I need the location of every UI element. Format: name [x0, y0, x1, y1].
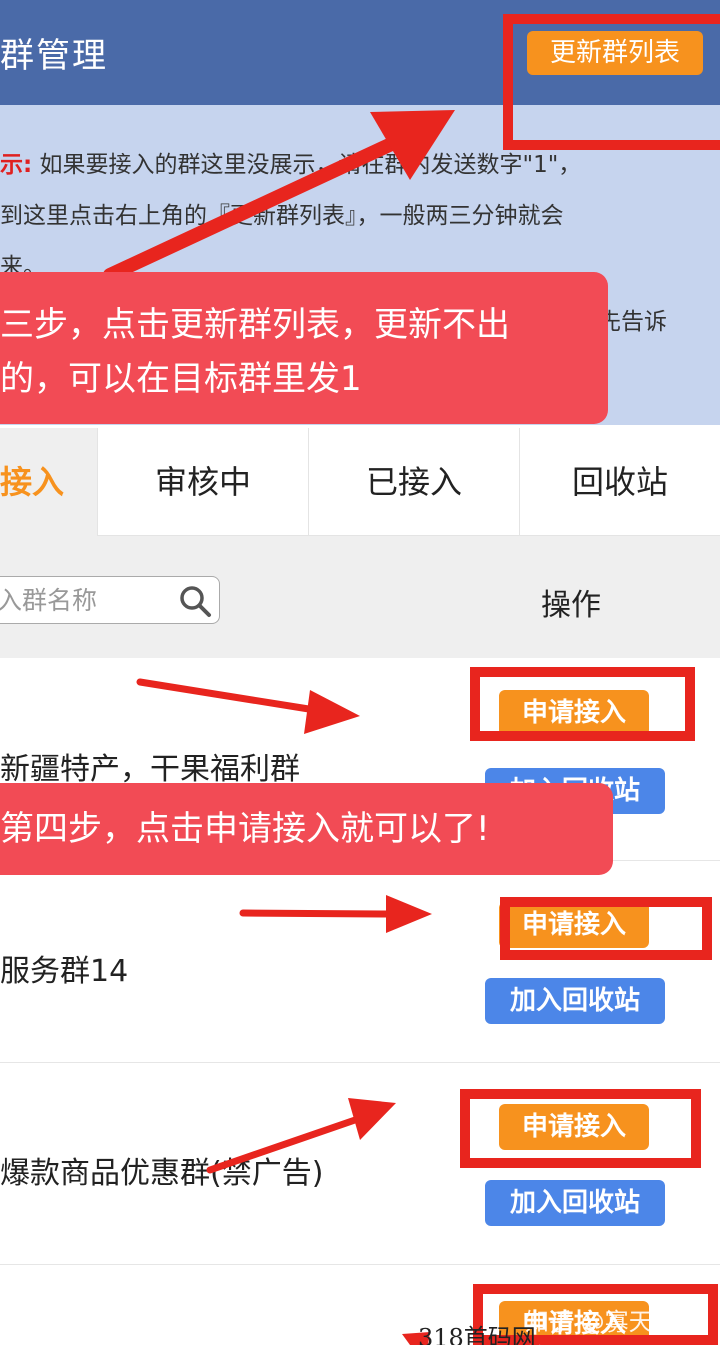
add-to-recycle-button[interactable]: 加入回收站	[485, 1180, 665, 1226]
step-4-callout: 第四步，点击申请接入就可以了!	[0, 783, 613, 875]
search-input[interactable]	[0, 577, 171, 623]
step-3-line-2: 的，可以在目标群里发1	[0, 359, 362, 399]
highlight-box-apply-1	[470, 667, 695, 741]
status-tabs: 接入 审核中 已接入 回收站	[0, 428, 720, 536]
notice-line-2: 到这里点击右上角的『更新群列表』，一般两三分钟就会	[0, 203, 564, 229]
notice-label: 示:	[0, 152, 33, 178]
highlight-box-apply-2	[500, 897, 712, 960]
search-box	[0, 576, 220, 624]
operation-column-header: 操作	[541, 588, 601, 623]
group-name: 服务群14	[0, 954, 129, 989]
highlight-box-update	[503, 14, 720, 150]
table-row: 服务群14 申请接入 加入回收站	[0, 861, 720, 1063]
notice-line-1: 如果要接入的群这里没展示，请在群内发送数字"1"，	[39, 152, 582, 178]
tab-pending-access[interactable]: 接入	[0, 428, 98, 536]
step-3-callout: 三步，点击更新群列表，更新不出 的，可以在目标群里发1	[0, 272, 608, 424]
tab-accessed[interactable]: 已接入	[309, 428, 520, 536]
step-3-line-1: 三步，点击更新群列表，更新不出	[0, 305, 510, 345]
site-watermark: 318首码网 www.E318.com	[418, 1324, 536, 1345]
notice-tail-text: 先告诉	[598, 309, 667, 335]
notice-text: 示: 如果要接入的群这里没展示，请在群内发送数字"1"， 到这里点击右上角的『更…	[0, 140, 712, 293]
page-title: 群管理	[0, 36, 108, 76]
group-name: 爆款商品优惠群(禁广告)	[0, 1156, 324, 1191]
tab-reviewing[interactable]: 审核中	[98, 428, 309, 536]
tab-recycle-bin[interactable]: 回收站	[520, 428, 720, 536]
search-icon[interactable]	[177, 583, 213, 619]
add-to-recycle-button[interactable]: 加入回收站	[485, 978, 665, 1024]
search-toolbar	[0, 536, 720, 658]
group-name: 新疆特产，干果福利群	[0, 752, 300, 787]
highlight-box-apply-3	[460, 1089, 701, 1168]
